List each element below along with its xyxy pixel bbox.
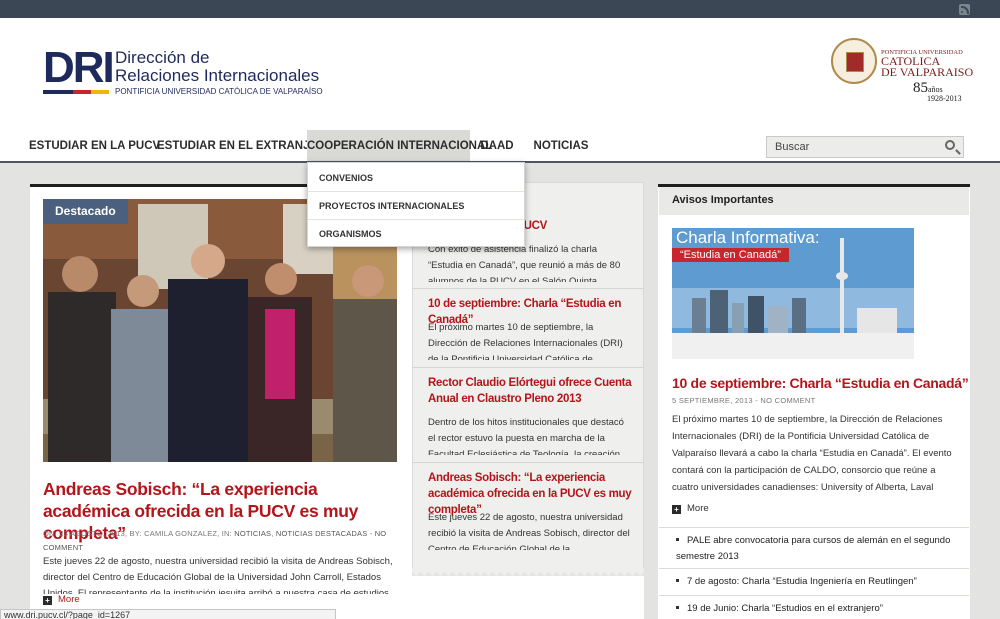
search-icon[interactable] <box>945 140 955 150</box>
dropdown-item-proyectos[interactable]: PROYECTOS INTERNACIONALES <box>319 201 464 211</box>
dropdown-divider <box>308 219 524 220</box>
list-divider <box>659 595 969 596</box>
list-item-label: 19 de Junio: Charla “Estudios en el extr… <box>687 603 883 614</box>
meta-dash: - <box>367 529 375 538</box>
list-item-label: 7 de agosto: Charla “Estudia Ingeniería … <box>687 576 917 587</box>
bullet-icon <box>676 606 679 609</box>
logo-line-1: Dirección de <box>115 48 210 67</box>
meta-category-noticias[interactable]: NOTICIAS <box>234 529 271 538</box>
promo-banner[interactable]: Charla Informativa: “Estudia en Canadá” <box>672 228 914 359</box>
cooperacion-dropdown: CONVENIOS PROYECTOS INTERNACIONALES ORGA… <box>307 162 525 247</box>
browser-status-bar: www.dri.pucv.cl/?page_id=1267 <box>0 609 336 619</box>
list-divider <box>659 527 969 528</box>
news-item-excerpt: El próximo martes 10 de septiembre, la D… <box>428 322 623 360</box>
nav-item-estudiar-pucv[interactable]: ESTUDIAR EN LA PUCV <box>29 130 160 162</box>
university-seal-icon <box>831 38 877 84</box>
list-divider <box>659 568 969 569</box>
pucv-logo[interactable]: PONTIFICIA UNIVERSIDAD CATOLICA DE VALPA… <box>831 38 976 108</box>
logo-line-2: Relaciones Internacionales <box>115 66 320 85</box>
news-divider <box>412 462 644 463</box>
notice-title[interactable]: 10 de septiembre: Charla “Estudia en Can… <box>672 375 969 391</box>
bullet-icon <box>676 579 679 582</box>
list-item[interactable]: 7 de agosto: Charla “Estudia Ingeniería … <box>676 574 961 590</box>
news-divider <box>412 367 644 368</box>
featured-more-link[interactable]: + More <box>43 594 80 605</box>
promo-subtitle: “Estudia en Canadá” <box>672 248 789 262</box>
logo-line-3: PONTIFICIA UNIVERSIDAD CATÓLICA DE VALPA… <box>115 87 323 96</box>
news-item-excerpt: Con éxito de asistencia finalizó la char… <box>428 244 621 282</box>
news-item-excerpt: Dentro de los hitos institucionales que … <box>428 417 624 455</box>
plus-icon: + <box>672 505 681 514</box>
news-divider <box>412 288 644 289</box>
pucv-line-3: DE VALPARAISO <box>881 65 974 79</box>
dropdown-item-organismos[interactable]: ORGANISMOS <box>319 229 382 239</box>
rss-icon[interactable] <box>959 4 970 15</box>
featured-badge: Destacado <box>43 199 128 224</box>
column-zigzag-edge <box>412 568 644 576</box>
notice-excerpt: El próximo martes 10 de septiembre, la D… <box>672 414 952 493</box>
top-bar <box>0 0 1000 18</box>
meta-category-destacadas[interactable]: NOTICIAS DESTACADAS <box>276 529 368 538</box>
nav-item-noticias[interactable]: NOTICIAS <box>531 130 591 162</box>
nav-item-daad[interactable]: DAAD <box>476 130 518 162</box>
dropdown-divider <box>308 191 524 192</box>
pucv-range: 1928-2013 <box>927 94 962 103</box>
notices-header: Avisos Importantes <box>659 187 969 215</box>
nav-item-cooperacion[interactable]: COOPERACIÓN INTERNACIONAL <box>307 130 492 162</box>
list-item[interactable]: PALE abre convocatoria para cursos de al… <box>676 533 961 565</box>
logo-color-bar <box>43 90 109 94</box>
bullet-icon <box>676 538 679 541</box>
list-item[interactable]: 19 de Junio: Charla “Estudios en el extr… <box>676 601 961 617</box>
search-input[interactable] <box>767 137 937 157</box>
plus-icon: + <box>43 596 52 605</box>
notice-more-link[interactable]: + More <box>672 503 709 514</box>
more-label: More <box>687 503 709 514</box>
featured-excerpt: Este jueves 22 de agosto, nuestra univer… <box>43 556 393 594</box>
featured-meta: ON: 23 AGOSTO, 2013, BY: CAMILA GONZALEZ… <box>43 527 403 555</box>
pucv-years-num: 85 <box>913 80 928 96</box>
meta-date-author: ON: 23 AGOSTO, 2013, BY: CAMILA GONZALEZ… <box>43 529 235 538</box>
news-item-title[interactable]: Rector Claudio Elórtegui ofrece Cuenta A… <box>428 375 633 407</box>
dropdown-item-convenios[interactable]: CONVENIOS <box>319 173 373 183</box>
search-box <box>766 136 964 158</box>
list-item-label: PALE abre convocatoria para cursos de al… <box>676 535 951 562</box>
nav-item-estudiar-extranjero[interactable]: ESTUDIAR EN EL EXTRANJERO <box>157 130 334 162</box>
notice-meta: 5 SEPTIEMBRE, 2013 - NO COMMENT <box>672 396 816 405</box>
notices-heading: Avisos Importantes <box>672 194 774 206</box>
more-label: More <box>58 594 80 605</box>
news-item-excerpt: Este jueves 22 de agosto, nuestra univer… <box>428 512 630 550</box>
logo-mark: DRI <box>43 43 115 92</box>
pucv-years-word: años <box>928 85 943 94</box>
promo-title: Charla Informativa: <box>676 228 820 247</box>
